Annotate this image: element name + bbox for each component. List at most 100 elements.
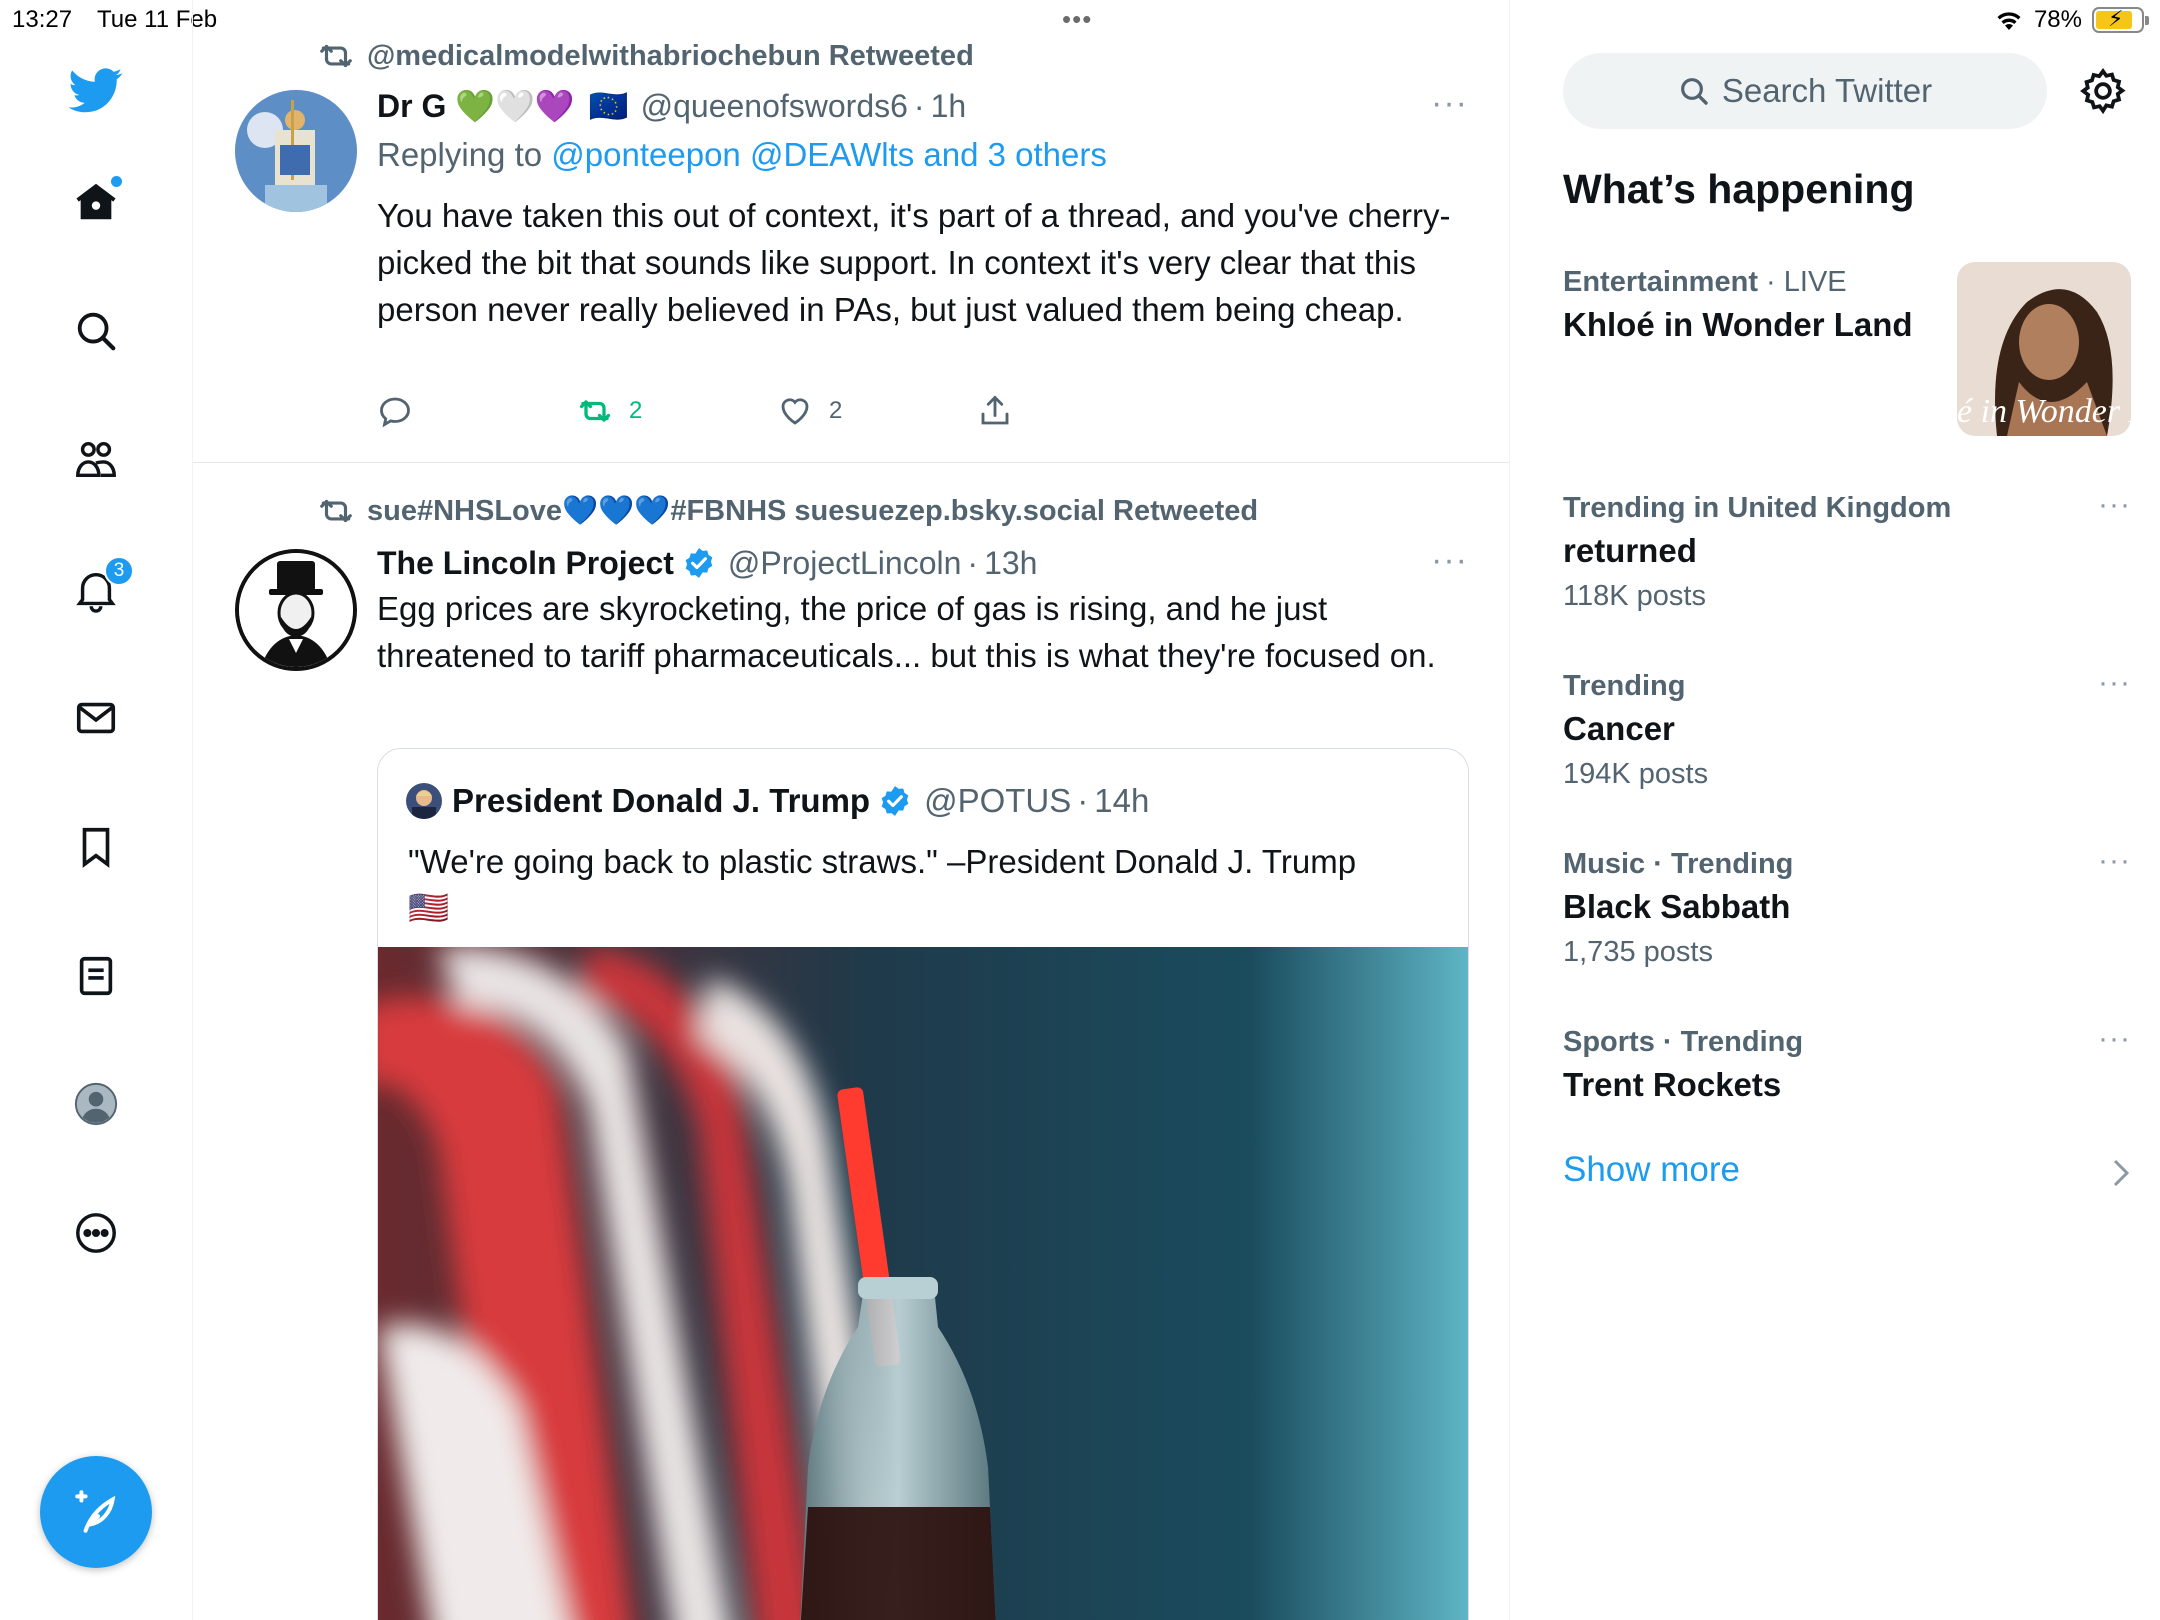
settings-gear-icon[interactable] bbox=[2078, 66, 2128, 116]
display-name[interactable]: The Lincoln Project bbox=[377, 545, 674, 582]
separator: · bbox=[913, 87, 925, 124]
notifications-badge: 3 bbox=[104, 556, 134, 586]
home-new-dot bbox=[111, 176, 122, 187]
trend-category: Music · Trending bbox=[1563, 848, 1794, 880]
left-navigation: 3 bbox=[0, 0, 193, 1620]
trend-post-count: 118K posts bbox=[1563, 580, 1706, 612]
trend-thumb-caption: é in Wonder L bbox=[1957, 393, 2131, 430]
tweet-header: Dr G 💚🤍💜 🇪🇺 @queenofswords6 · 1h bbox=[377, 86, 966, 126]
right-sidebar: Search Twitter What’s happening Entertai… bbox=[1510, 0, 2160, 1620]
reply-icon bbox=[380, 397, 410, 428]
messages-icon[interactable] bbox=[68, 690, 124, 746]
retweet-icon bbox=[579, 400, 611, 422]
quoted-media-image[interactable]: Diet bbox=[378, 947, 1468, 1620]
retweet-icon bbox=[320, 499, 352, 523]
retweet-indicator: @medicalmodelwithabriochebun Retweeted bbox=[317, 38, 974, 74]
quoted-tweet[interactable]: President Donald J. Trump @POTUS · 14h "… bbox=[377, 748, 1469, 1620]
retweet-count: 2 bbox=[629, 397, 643, 424]
tweet-header: The Lincoln Project @ProjectLincoln · 13… bbox=[377, 543, 1037, 583]
flag-emoji: 🇪🇺 bbox=[588, 88, 629, 124]
trend-category: Sports · Trending bbox=[1563, 1026, 1804, 1058]
straw-bottle-photo: Diet bbox=[378, 947, 1468, 1620]
trend-name: Black Sabbath bbox=[1563, 888, 1791, 925]
trend-more-button[interactable]: ··· bbox=[2098, 1022, 2131, 1056]
user-handle[interactable]: @queenofswords6 bbox=[641, 88, 908, 125]
display-name[interactable]: Dr G 💚🤍💜 bbox=[377, 87, 575, 125]
verified-badge-icon bbox=[682, 546, 716, 580]
trend-item[interactable]: Sports · Trending Trent Rockets ··· bbox=[1563, 1022, 2131, 1108]
trend-category: Trending in United Kingdom bbox=[1563, 492, 1952, 524]
trend-name: returned bbox=[1563, 532, 1697, 569]
tweet-actions: 2 2 bbox=[377, 391, 1077, 431]
notifications-icon[interactable]: 3 bbox=[68, 556, 134, 618]
share-icon bbox=[981, 395, 1009, 425]
quoted-timestamp: 14h bbox=[1094, 782, 1150, 819]
trend-more-button[interactable]: ··· bbox=[2098, 844, 2131, 878]
retweet-icon bbox=[320, 44, 352, 68]
trend-item[interactable]: Trending in United Kingdom returned 118K… bbox=[1563, 488, 2131, 618]
trend-item[interactable]: Music · Trending Black Sabbath 1,735 pos… bbox=[1563, 844, 2131, 974]
tweet-more-button[interactable]: ··· bbox=[1431, 541, 1468, 580]
user-handle[interactable]: @ProjectLincoln bbox=[728, 545, 961, 582]
home-icon[interactable] bbox=[68, 174, 124, 230]
reply-button[interactable] bbox=[377, 391, 413, 431]
quoted-avatar[interactable] bbox=[406, 783, 442, 819]
separator: · bbox=[1077, 782, 1089, 819]
trend-more-button[interactable]: ··· bbox=[2098, 488, 2131, 522]
share-button[interactable] bbox=[977, 391, 1013, 431]
tweet-text: You have taken this out of context, it's… bbox=[377, 197, 1451, 328]
trend-post-count: 1,735 posts bbox=[1563, 936, 1713, 968]
trend-post-count: 194K posts bbox=[1563, 758, 1709, 790]
more-icon[interactable] bbox=[68, 1205, 124, 1261]
trend-more-button[interactable]: ··· bbox=[2098, 666, 2131, 700]
trend-category: Trending bbox=[1563, 670, 1686, 702]
like-button[interactable]: 2 bbox=[777, 391, 842, 431]
search-icon bbox=[1680, 78, 1708, 105]
timestamp[interactable]: 1h bbox=[931, 88, 967, 125]
lists-icon[interactable] bbox=[68, 948, 124, 1004]
trend-item[interactable]: Trending Cancer 194K posts ··· bbox=[1563, 666, 2131, 796]
timeline[interactable]: @medicalmodelwithabriochebun Retweeted D… bbox=[193, 0, 1510, 1620]
trend-name: Trent Rockets bbox=[1563, 1066, 1782, 1103]
timestamp[interactable]: 13h bbox=[984, 545, 1037, 582]
tweet-more-button[interactable]: ··· bbox=[1431, 84, 1468, 123]
retweeted-by-text: @medicalmodelwithabriochebun Retweeted bbox=[367, 39, 974, 72]
separator: · bbox=[967, 544, 979, 581]
retweet-indicator: sue#NHSLove💙💙💙#FBNHS suesuezep.bsky.soci… bbox=[317, 493, 1258, 529]
tweet-2[interactable]: sue#NHSLove💙💙💙#FBNHS suesuezep.bsky.soci… bbox=[193, 463, 1509, 1620]
retweeted-by-text: sue#NHSLove💙💙💙#FBNHS suesuezep.bsky.soci… bbox=[367, 495, 1259, 527]
tweet-text: Egg prices are skyrocketing, the price o… bbox=[377, 590, 1436, 674]
avatar-image bbox=[235, 90, 357, 212]
trend-name: Cancer bbox=[1563, 710, 1675, 747]
communities-icon[interactable] bbox=[68, 432, 124, 488]
quoted-tweet-text: "We're going back to plastic straws." –P… bbox=[408, 839, 1448, 931]
verified-badge-icon bbox=[878, 784, 912, 818]
search-input[interactable]: Search Twitter bbox=[1563, 53, 2047, 129]
trend-item[interactable]: Entertainment · LIVE Khloé in Wonder Lan… bbox=[1563, 262, 2131, 438]
quoted-display-name[interactable]: President Donald J. Trump bbox=[452, 782, 870, 820]
trend-thumbnail-image: é in Wonder L bbox=[1957, 262, 2131, 436]
avatar[interactable] bbox=[235, 90, 357, 212]
bookmarks-icon[interactable] bbox=[68, 819, 124, 875]
chevron-right-icon bbox=[2113, 1159, 2130, 1187]
tweet-1[interactable]: @medicalmodelwithabriochebun Retweeted D… bbox=[193, 0, 1509, 462]
quoted-tweet-header: President Donald J. Trump @POTUS · 14h bbox=[406, 781, 1149, 821]
search-placeholder: Search Twitter bbox=[1721, 72, 1933, 109]
twitter-logo-icon[interactable] bbox=[68, 62, 124, 118]
avatar-image bbox=[239, 553, 353, 667]
like-count: 2 bbox=[829, 397, 843, 424]
quoted-text: "We're going back to plastic straws." –P… bbox=[408, 843, 1357, 880]
show-more-link[interactable]: Show more bbox=[1563, 1150, 1740, 1190]
avatar[interactable] bbox=[235, 549, 357, 671]
compose-tweet-button[interactable] bbox=[40, 1456, 152, 1568]
retweet-button[interactable]: 2 bbox=[577, 391, 642, 431]
profile-icon[interactable] bbox=[68, 1076, 124, 1132]
replying-to-users-link[interactable]: @ponteepon @DEAWlts and 3 others bbox=[551, 136, 1107, 173]
whats-happening-title: What’s happening bbox=[1563, 166, 1915, 212]
replying-to: Replying to @ponteepon @DEAWlts and 3 ot… bbox=[377, 136, 1107, 174]
heart-icon bbox=[781, 398, 809, 425]
replying-prefix: Replying to bbox=[377, 136, 543, 173]
compose-icon bbox=[75, 1490, 116, 1533]
explore-icon[interactable] bbox=[68, 303, 124, 359]
quoted-user-handle[interactable]: @POTUS bbox=[924, 782, 1071, 820]
